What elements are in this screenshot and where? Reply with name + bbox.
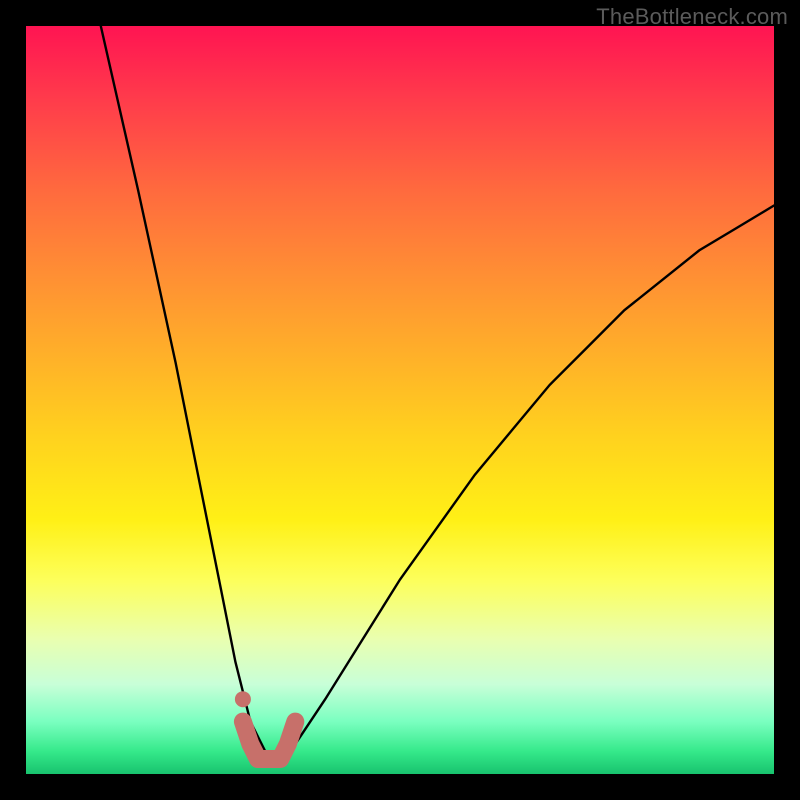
curve-path (101, 26, 774, 759)
highlight-band (243, 722, 295, 759)
bottleneck-curve (26, 26, 774, 774)
chart-plot-area (26, 26, 774, 774)
watermark-text: TheBottleneck.com (596, 4, 788, 30)
highlight-dot (235, 691, 251, 707)
